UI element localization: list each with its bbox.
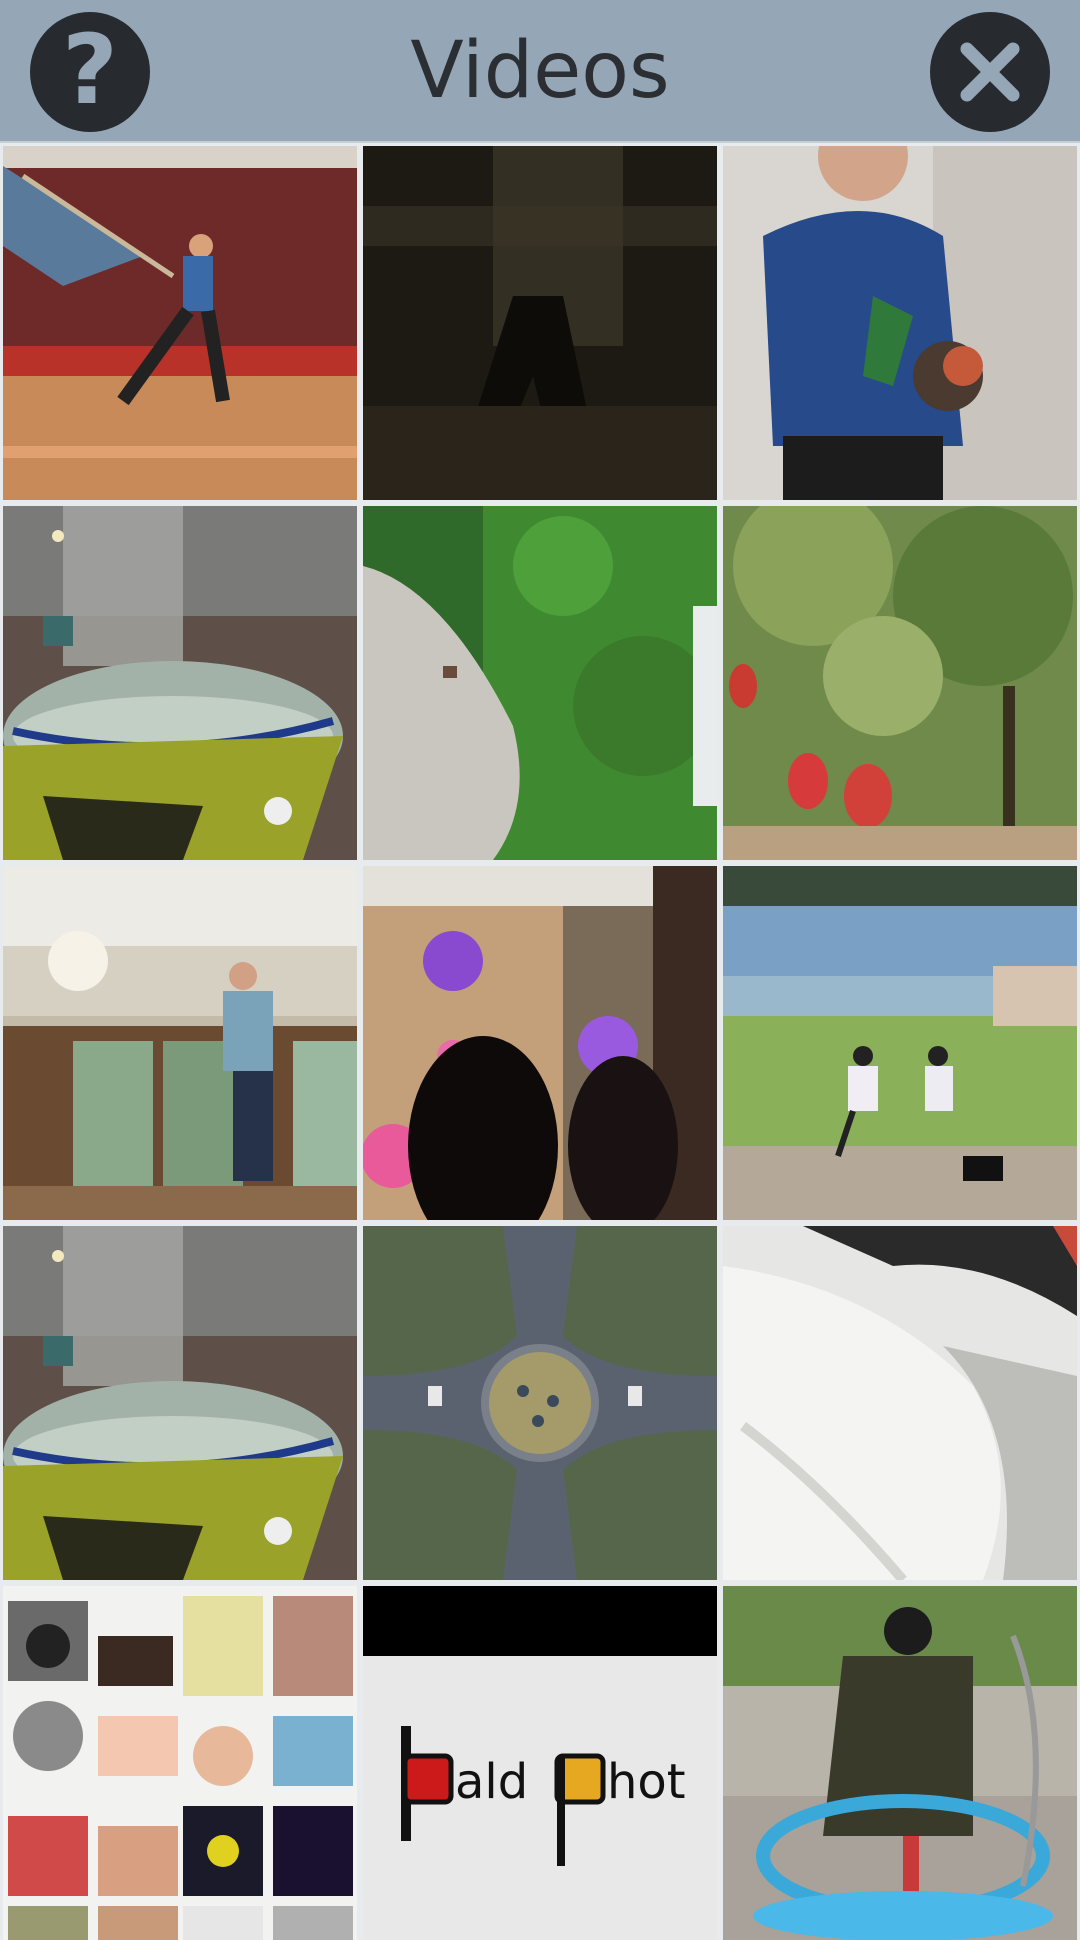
video-thumbnail[interactable]	[3, 146, 357, 500]
page-title: Videos	[410, 26, 670, 116]
video-thumbnail[interactable]	[363, 866, 717, 1220]
video-thumbnail[interactable]	[363, 506, 717, 860]
video-thumbnail[interactable]	[723, 146, 1077, 500]
svg-text:hot: hot	[607, 1754, 686, 1810]
close-button[interactable]	[930, 12, 1050, 132]
close-icon	[960, 42, 1020, 102]
video-thumbnail-logo[interactable]: ald hot	[363, 1586, 717, 1940]
video-thumbnail[interactable]	[363, 1226, 717, 1580]
video-thumbnail[interactable]	[363, 146, 717, 500]
video-thumbnail[interactable]	[3, 1226, 357, 1580]
logo-text: ald	[455, 1754, 528, 1810]
video-thumbnail[interactable]	[3, 506, 357, 860]
app-header: ? Videos	[0, 0, 1080, 143]
video-thumbnail[interactable]	[723, 1226, 1077, 1580]
video-thumbnail[interactable]	[3, 1586, 357, 1940]
video-thumbnail[interactable]	[723, 506, 1077, 860]
video-thumbnail[interactable]	[723, 866, 1077, 1220]
video-thumbnail[interactable]	[723, 1586, 1077, 1940]
video-thumbnail[interactable]	[3, 866, 357, 1220]
